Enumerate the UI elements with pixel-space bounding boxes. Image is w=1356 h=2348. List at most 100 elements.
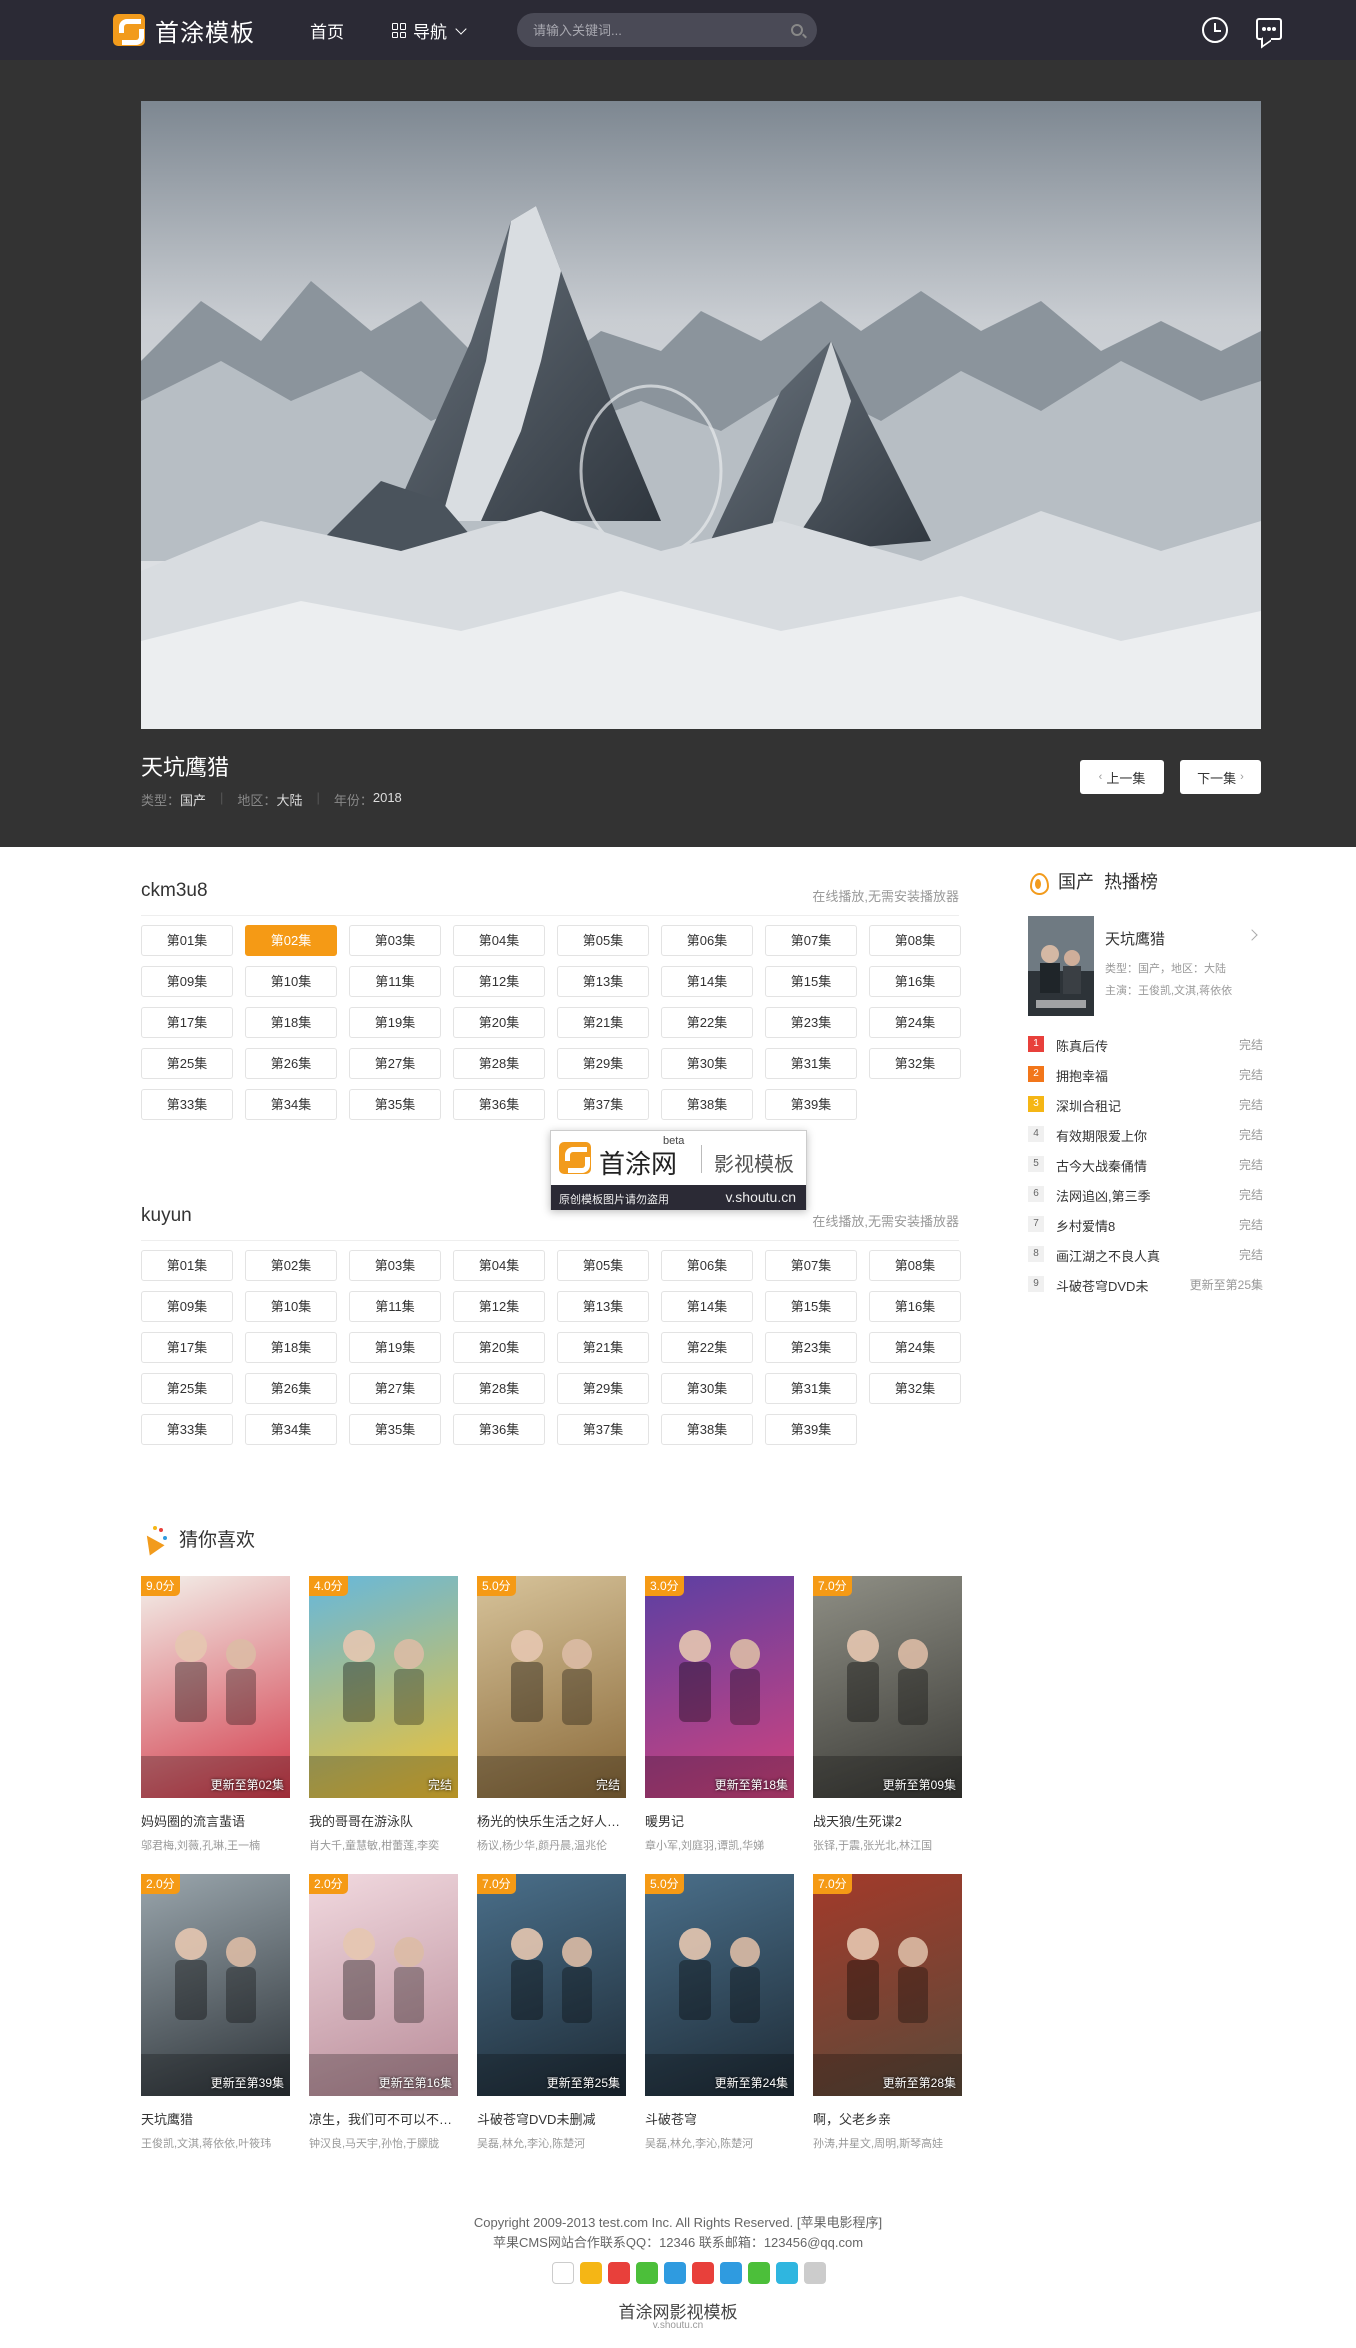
movie-card[interactable]: 7.0分 更新至第25集 斗破苍穹DVD未删减 吴磊,林允,李沁,陈楚河 xyxy=(477,1874,626,2151)
episode-button[interactable]: 第02集 xyxy=(245,925,337,956)
episode-button[interactable]: 第13集 xyxy=(557,1291,649,1322)
episode-button[interactable]: 第06集 xyxy=(661,1250,753,1281)
episode-button[interactable]: 第32集 xyxy=(869,1048,961,1079)
message-icon[interactable] xyxy=(1256,18,1282,40)
episode-button[interactable]: 第16集 xyxy=(869,966,961,997)
episode-button[interactable]: 第38集 xyxy=(661,1414,753,1445)
episode-button[interactable]: 第30集 xyxy=(661,1373,753,1404)
site-logo[interactable]: 首涂模板 xyxy=(113,13,255,47)
episode-button[interactable]: 第27集 xyxy=(349,1048,441,1079)
episode-button[interactable]: 第39集 xyxy=(765,1414,857,1445)
nav-home-link[interactable]: 首页 xyxy=(310,18,344,43)
movie-title[interactable]: 啊，父老乡亲 xyxy=(813,2109,962,2128)
movie-poster[interactable]: 7.0分 更新至第28集 xyxy=(813,1874,962,2096)
episode-button[interactable]: 第04集 xyxy=(453,925,545,956)
movie-card[interactable]: 2.0分 更新至第16集 凉生，我们可不可以不忧伤 钟汉良,马天宇,孙怡,于朦胧 xyxy=(309,1874,458,2151)
episode-button[interactable]: 第18集 xyxy=(245,1007,337,1038)
episode-button[interactable]: 第03集 xyxy=(349,925,441,956)
episode-button[interactable]: 第15集 xyxy=(765,1291,857,1322)
episode-button[interactable]: 第21集 xyxy=(557,1007,649,1038)
episode-button[interactable]: 第07集 xyxy=(765,1250,857,1281)
movie-title[interactable]: 斗破苍穹 xyxy=(645,2109,794,2128)
episode-button[interactable]: 第13集 xyxy=(557,966,649,997)
movie-title[interactable]: 斗破苍穹DVD未删减 xyxy=(477,2109,626,2128)
rank-item[interactable]: 8 画江湖之不良人真 完结 xyxy=(1028,1244,1263,1264)
rank-title[interactable]: 法网追凶,第三季 xyxy=(1056,1186,1151,1205)
episode-button[interactable]: 第33集 xyxy=(141,1089,233,1120)
episode-button[interactable]: 第12集 xyxy=(453,966,545,997)
episode-button[interactable]: 第20集 xyxy=(453,1332,545,1363)
rank-item[interactable]: 7 乡村爱情8 完结 xyxy=(1028,1214,1263,1234)
share-baidu-icon[interactable] xyxy=(720,2262,742,2284)
episode-button[interactable]: 第18集 xyxy=(245,1332,337,1363)
episode-button[interactable]: 第05集 xyxy=(557,1250,649,1281)
episode-button[interactable]: 第29集 xyxy=(557,1373,649,1404)
episode-button[interactable]: 第28集 xyxy=(453,1048,545,1079)
share-wechat-icon[interactable] xyxy=(636,2262,658,2284)
movie-title[interactable]: 天坑鹰猎 xyxy=(141,2109,290,2128)
episode-button[interactable]: 第36集 xyxy=(453,1089,545,1120)
share-edit-icon[interactable] xyxy=(552,2262,574,2284)
episode-button[interactable]: 第38集 xyxy=(661,1089,753,1120)
episode-button[interactable]: 第11集 xyxy=(349,1291,441,1322)
episode-button[interactable]: 第37集 xyxy=(557,1089,649,1120)
episode-button[interactable]: 第20集 xyxy=(453,1007,545,1038)
history-clock-icon[interactable] xyxy=(1202,17,1228,43)
rank-item[interactable]: 3 深圳合租记 完结 xyxy=(1028,1094,1263,1114)
rank-item[interactable]: 6 法网追凶,第三季 完结 xyxy=(1028,1184,1263,1204)
rank-title[interactable]: 深圳合租记 xyxy=(1056,1096,1121,1115)
episode-button[interactable]: 第17集 xyxy=(141,1332,233,1363)
episode-button[interactable]: 第14集 xyxy=(661,1291,753,1322)
episode-button[interactable]: 第25集 xyxy=(141,1373,233,1404)
episode-button[interactable]: 第04集 xyxy=(453,1250,545,1281)
movie-title[interactable]: 暖男记 xyxy=(645,1811,794,1830)
episode-button[interactable]: 第25集 xyxy=(141,1048,233,1079)
episode-button[interactable]: 第17集 xyxy=(141,1007,233,1038)
episode-button[interactable]: 第01集 xyxy=(141,1250,233,1281)
episode-button[interactable]: 第29集 xyxy=(557,1048,649,1079)
movie-card[interactable]: 5.0分 更新至第24集 斗破苍穹 吴磊,林允,李沁,陈楚河 xyxy=(645,1874,794,2151)
movie-card[interactable]: 4.0分 完结 我的哥哥在游泳队 肖大千,童慧敏,柑蕾莲,李奕 xyxy=(309,1576,458,1853)
episode-button[interactable]: 第06集 xyxy=(661,925,753,956)
featured-item[interactable]: 天坑鹰猎 类型：国产，地区：大陆 主演：王俊凯,文淇,蒋依依 xyxy=(1028,916,1263,1016)
movie-poster[interactable]: 5.0分 完结 xyxy=(477,1576,626,1798)
rank-title[interactable]: 斗破苍穹DVD未 xyxy=(1056,1276,1148,1295)
rank-item[interactable]: 4 有效期限爱上你 完结 xyxy=(1028,1124,1263,1144)
episode-button[interactable]: 第22集 xyxy=(661,1007,753,1038)
share-qq-icon[interactable] xyxy=(692,2262,714,2284)
episode-button[interactable]: 第24集 xyxy=(869,1007,961,1038)
rank-title[interactable]: 古今大战秦俑情 xyxy=(1056,1156,1147,1175)
episode-button[interactable]: 第11集 xyxy=(349,966,441,997)
episode-button[interactable]: 第34集 xyxy=(245,1414,337,1445)
chevron-right-icon[interactable] xyxy=(1246,929,1258,941)
type-value[interactable]: 国产 xyxy=(180,790,206,809)
movie-poster[interactable]: 4.0分 完结 xyxy=(309,1576,458,1798)
movie-poster[interactable]: 5.0分 更新至第24集 xyxy=(645,1874,794,2096)
episode-button[interactable]: 第09集 xyxy=(141,1291,233,1322)
movie-title[interactable]: 我的哥哥在游泳队 xyxy=(309,1811,458,1830)
episode-button[interactable]: 第27集 xyxy=(349,1373,441,1404)
rank-item[interactable]: 9 斗破苍穹DVD未 更新至第25集 xyxy=(1028,1274,1263,1294)
episode-button[interactable]: 第26集 xyxy=(245,1048,337,1079)
episode-button[interactable]: 第07集 xyxy=(765,925,857,956)
movie-poster[interactable]: 7.0分 更新至第25集 xyxy=(477,1874,626,2096)
episode-button[interactable]: 第31集 xyxy=(765,1048,857,1079)
share-qzone-icon[interactable] xyxy=(580,2262,602,2284)
episode-button[interactable]: 第19集 xyxy=(349,1007,441,1038)
episode-button[interactable]: 第36集 xyxy=(453,1414,545,1445)
episode-button[interactable]: 第10集 xyxy=(245,1291,337,1322)
episode-button[interactable]: 第23集 xyxy=(765,1007,857,1038)
next-episode-button[interactable]: 下一集 › xyxy=(1180,760,1261,794)
movie-poster[interactable]: 7.0分 更新至第09集 xyxy=(813,1576,962,1798)
movie-title[interactable]: 凉生，我们可不可以不忧伤 xyxy=(309,2109,458,2128)
rank-title[interactable]: 拥抱幸福 xyxy=(1056,1066,1108,1085)
episode-button[interactable]: 第05集 xyxy=(557,925,649,956)
rank-item[interactable]: 1 陈真后传 完结 xyxy=(1028,1034,1263,1054)
movie-poster[interactable]: 2.0分 更新至第16集 xyxy=(309,1874,458,2096)
episode-button[interactable]: 第35集 xyxy=(349,1089,441,1120)
episode-button[interactable]: 第03集 xyxy=(349,1250,441,1281)
episode-button[interactable]: 第31集 xyxy=(765,1373,857,1404)
movie-card[interactable]: 5.0分 完结 杨光的快乐生活之好人杨光 杨议,杨少华,颜丹晨,温兆伦 xyxy=(477,1576,626,1853)
movie-card[interactable]: 2.0分 更新至第39集 天坑鹰猎 王俊凯,文淇,蒋依依,叶筱玮 xyxy=(141,1874,290,2151)
episode-button[interactable]: 第32集 xyxy=(869,1373,961,1404)
